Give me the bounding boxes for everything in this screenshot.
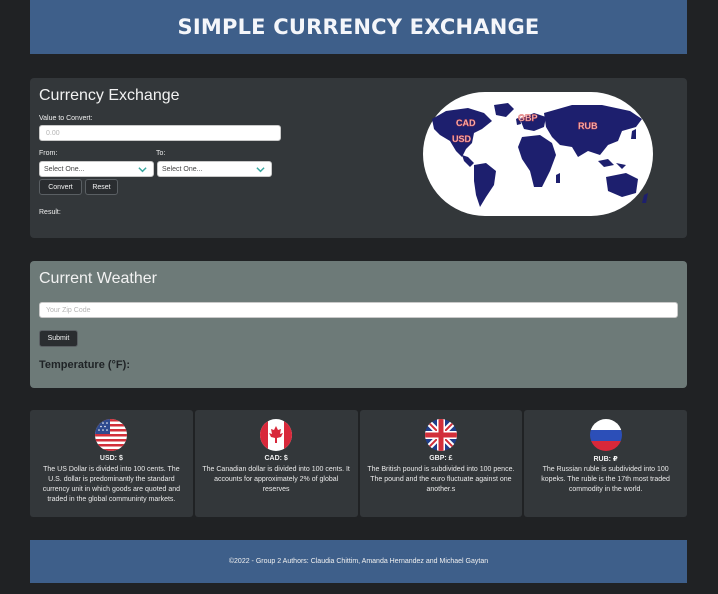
russia-flag-icon — [589, 419, 622, 451]
us-flag-icon — [95, 419, 128, 451]
currency-code: USD: $ — [99, 455, 123, 462]
currency-description: The Canadian dollar is divided into 100 … — [202, 466, 350, 493]
currency-card-gbp: GBP: £ The British pound is subdivided i… — [359, 410, 523, 517]
page-footer: ©2022 - Group 2 Authors: Claudia Chittim… — [30, 540, 687, 583]
currency-code: CAD: $ — [264, 455, 288, 462]
current-weather-card: Current Weather Your Zip Code Submit Tem… — [30, 261, 687, 388]
reset-button[interactable]: Reset — [85, 179, 118, 195]
value-input[interactable]: 0.00 — [39, 125, 281, 141]
submit-button[interactable]: Submit — [39, 330, 78, 347]
to-currency-select[interactable]: Select One... — [157, 161, 272, 177]
currency-card-cad: CAD: $ The Canadian dollar is divided in… — [194, 410, 358, 517]
chevron-down-icon — [256, 167, 265, 173]
currency-description: The Russian ruble is subdivided into 100… — [541, 466, 670, 493]
footer-credits: ©2022 - Group 2 Authors: Claudia Chittim… — [228, 558, 489, 565]
map-label-cad: CAD — [456, 118, 476, 128]
canada-flag-icon — [260, 419, 293, 451]
result-label: Result: — [39, 209, 61, 216]
value-to-convert-label: Value to Convert: — [39, 115, 93, 122]
page-title: SIMPLE CURRENCY EXCHANGE — [177, 15, 540, 39]
currency-card-usd: USD: $ The US Dollar is divided into 100… — [30, 410, 193, 517]
exchange-heading: Currency Exchange — [39, 87, 180, 104]
convert-button[interactable]: Convert — [39, 179, 82, 195]
zip-code-input[interactable]: Your Zip Code — [39, 302, 678, 318]
map-label-rub: RUB — [578, 121, 598, 131]
weather-heading: Current Weather — [39, 270, 157, 287]
world-map-image: CAD USD GBP RUB — [423, 92, 653, 216]
uk-flag-icon — [424, 419, 457, 451]
chevron-down-icon — [138, 167, 147, 173]
to-select-value: Select One... — [162, 165, 203, 173]
currency-card-rub: RUB: ₽ The Russian ruble is subdivided i… — [524, 410, 687, 517]
page-header: SIMPLE CURRENCY EXCHANGE — [30, 0, 687, 54]
currency-code: GBP: £ — [429, 455, 453, 462]
currency-info-row: USD: $ The US Dollar is divided into 100… — [30, 410, 687, 517]
currency-exchange-card: Currency Exchange Value to Convert: 0.00… — [30, 78, 687, 238]
temperature-label: Temperature (°F): — [39, 359, 130, 371]
map-label-gbp: GBP — [518, 113, 538, 123]
from-select-value: Select One... — [44, 165, 85, 173]
currency-code: RUB: ₽ — [593, 456, 618, 463]
from-currency-select[interactable]: Select One... — [39, 161, 154, 177]
to-label: To: — [156, 150, 166, 157]
value-input-placeholder: 0.00 — [46, 129, 60, 137]
currency-description: The British pound is subdivided into 100… — [367, 466, 515, 493]
map-label-usd: USD — [452, 134, 472, 144]
zip-code-placeholder: Your Zip Code — [46, 306, 91, 314]
from-label: From: — [39, 150, 58, 157]
currency-description: The US Dollar is divided into 100 cents.… — [42, 466, 181, 503]
